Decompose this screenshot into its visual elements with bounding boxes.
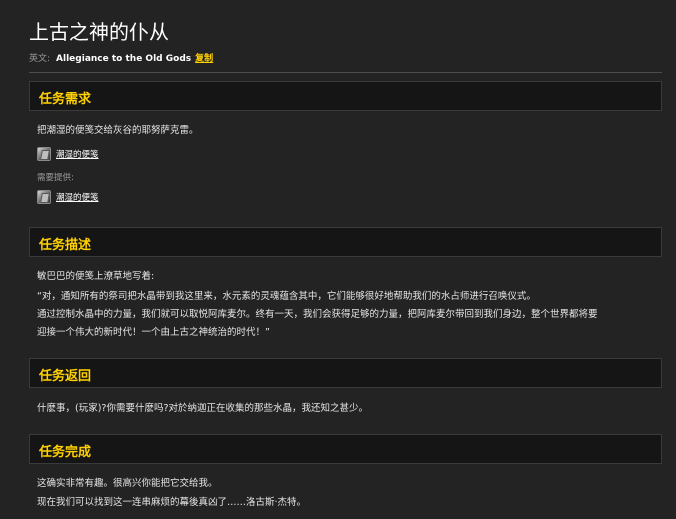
- completion-line-1: 这确实非常有趣。很高兴你能把它交给我。: [37, 478, 218, 489]
- section-header-return: 任务返回: [29, 358, 662, 388]
- description-line-4: 迎接一个伟大的新时代！一个由上古之神统治的时代！”: [37, 327, 270, 338]
- english-name-row: 英文: Allegiance to the Old Gods 复制: [29, 51, 213, 64]
- return-text: 什麽事，(玩家)?你需要什麽吗?对於纳迦正在收集的那些水晶，我还知之甚少。: [37, 403, 368, 414]
- description-line-2: “对，通知所有的祭司把水晶带到我这里来，水元素的灵魂蕴含其中，它们能够很好地帮助…: [37, 291, 536, 302]
- completion-line-2: 现在我们可以找到这一连串麻烦的幕後真凶了……洛古斯·杰特。: [37, 497, 307, 508]
- provided-item-link[interactable]: 潮湿的便笺: [56, 191, 99, 203]
- note-icon: [37, 190, 51, 204]
- description-title: 任务描述: [39, 238, 92, 253]
- requirements-text: 把潮湿的便笺交给灰谷的耶努萨克雷。: [37, 125, 199, 136]
- required-item-link[interactable]: 潮湿的便笺: [56, 148, 99, 160]
- section-header-completion: 任务完成: [29, 434, 662, 464]
- section-header-description: 任务描述: [29, 227, 662, 257]
- provided-label: 需要提供:: [37, 173, 74, 183]
- section-header-requirements: 任务需求: [29, 81, 662, 111]
- return-title: 任务返回: [39, 369, 92, 384]
- description-line-3: 通过控制水晶中的力量，我们就可以取悦阿库麦尔。终有一天，我们会获得足够的力量，把…: [37, 309, 598, 320]
- english-name: Allegiance to the Old Gods: [56, 54, 192, 64]
- title-divider: [29, 72, 662, 73]
- provided-item[interactable]: 潮湿的便笺: [37, 189, 99, 205]
- completion-title: 任务完成: [39, 445, 92, 460]
- copy-link[interactable]: 复制: [195, 54, 213, 64]
- note-icon: [37, 147, 51, 161]
- required-item[interactable]: 潮湿的便笺: [37, 146, 99, 162]
- quest-page: 上古之神的仆从 英文: Allegiance to the Old Gods 复制 …: [0, 0, 676, 519]
- page-title: 上古之神的仆从: [29, 20, 169, 44]
- requirements-title: 任务需求: [39, 92, 92, 107]
- description-line-1: 敏巴巴的便笺上潦草地写着:: [37, 271, 155, 282]
- english-label: 英文:: [29, 54, 51, 64]
